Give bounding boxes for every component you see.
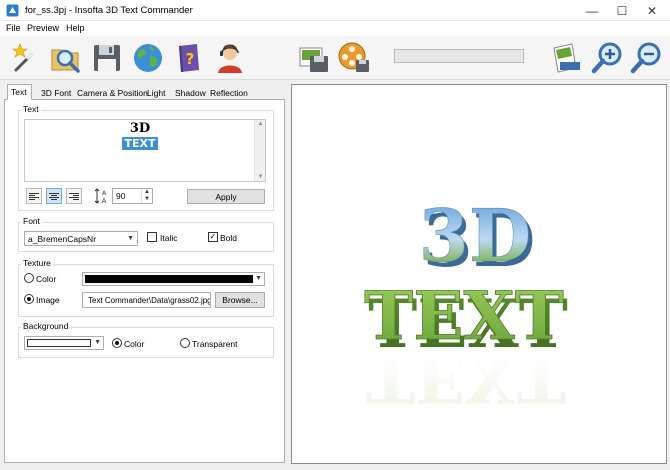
font-group-label: Font [21, 216, 43, 226]
text-area-scrollbar[interactable]: ▲ ▼ [254, 120, 265, 181]
align-left-button[interactable] [26, 188, 42, 204]
progress-bar [394, 49, 524, 63]
menu-preview[interactable]: Preview [27, 23, 59, 33]
open-folder-magnifier-icon[interactable] [48, 40, 84, 76]
font-select-value: a_BremenCapsNr [28, 234, 97, 244]
maximize-button[interactable]: ☐ [607, 0, 637, 21]
spinner-arrows[interactable]: ▲ ▼ [141, 189, 152, 203]
text-input-line-2: TEXT [122, 137, 158, 150]
minimize-icon: — [586, 3, 598, 18]
preview-render: 3D 3D TEXT TEXT TEXT [364, 193, 568, 417]
window-title: for_ss.3pj - Insofta 3D Text Commander [25, 5, 193, 16]
zoom-in-icon[interactable] [589, 40, 625, 76]
tab-text[interactable]: Text [7, 84, 32, 100]
svg-text:?: ? [186, 50, 195, 68]
apply-button[interactable]: Apply [187, 189, 265, 204]
italic-label: Italic [160, 233, 178, 243]
tab-light[interactable]: Light [143, 85, 169, 99]
bold-label: Bold [220, 233, 238, 243]
background-color-label: Color [124, 339, 145, 349]
tab-reflection[interactable]: Reflection [206, 85, 252, 99]
menu-bar [0, 21, 670, 36]
export-card-icon[interactable] [548, 40, 584, 76]
texture-group-label: Texture [21, 258, 53, 268]
spin-up-icon[interactable]: ▲ [144, 189, 150, 195]
background-color-select[interactable]: ▼ [24, 336, 104, 350]
browse-button[interactable]: Browse... [215, 292, 265, 308]
align-right-button[interactable] [66, 188, 82, 204]
background-group-label: Background [21, 321, 71, 331]
texture-image-radio[interactable] [24, 294, 34, 304]
maximize-icon: ☐ [616, 3, 628, 18]
preview-reflection: TEXT [366, 339, 566, 417]
save-image-icon[interactable] [296, 40, 332, 76]
background-transparent-radio[interactable] [180, 338, 190, 348]
preview-canvas[interactable]: 3D 3D TEXT TEXT TEXT [291, 84, 667, 464]
floppy-save-icon[interactable] [89, 40, 125, 76]
texture-color-label: Color [36, 274, 57, 284]
menu-file[interactable]: File [6, 23, 21, 33]
background-color-radio[interactable] [112, 338, 122, 348]
background-transparent-label: Transparent [192, 339, 238, 349]
texture-color-swatch [85, 275, 253, 283]
italic-checkbox[interactable] [147, 232, 157, 242]
menu-help[interactable]: Help [66, 23, 85, 33]
film-reel-icon[interactable] [336, 40, 372, 76]
text-input-line-1: 3D [129, 121, 151, 136]
bold-checkbox[interactable]: ✓ [208, 232, 218, 242]
texture-image-label: Image [36, 295, 60, 305]
font-select[interactable]: a_BremenCapsNr ▼ [24, 231, 138, 246]
close-button[interactable]: ✕ [637, 0, 667, 21]
texture-image-path-input[interactable]: Text Commander\Data\grass02.jpg [82, 292, 211, 308]
texture-color-radio[interactable] [24, 273, 34, 283]
help-book-icon[interactable]: ? [171, 40, 207, 76]
chevron-down-icon: ▼ [127, 235, 134, 242]
chevron-down-icon: ▼ [255, 275, 262, 282]
background-color-swatch [27, 339, 91, 347]
tab-shadow[interactable]: Shadow [171, 85, 210, 99]
text-input-area[interactable]: 3D TEXT [24, 119, 266, 182]
magic-wand-icon[interactable] [6, 40, 42, 76]
tab-camera-position[interactable]: Camera & Position [73, 85, 152, 99]
app-icon [6, 4, 19, 17]
texture-color-select[interactable]: ▼ [82, 272, 265, 286]
globe-icon[interactable] [130, 40, 166, 76]
close-icon: ✕ [646, 3, 658, 18]
text-group-label: Text [21, 104, 41, 114]
font-size-icon: A A [94, 187, 108, 205]
spin-down-icon[interactable]: ▼ [144, 196, 150, 202]
svg-text:A: A [102, 197, 107, 205]
chevron-down-icon: ▼ [94, 339, 101, 346]
preview-3d-text: 3D [419, 193, 532, 278]
minimize-button[interactable]: — [577, 0, 607, 21]
align-center-button[interactable] [46, 188, 62, 204]
support-agent-icon[interactable] [212, 40, 248, 76]
scroll-up-icon[interactable]: ▲ [255, 121, 266, 127]
tab-3d-font[interactable]: 3D Font [37, 85, 75, 99]
svg-text:A: A [102, 190, 107, 197]
zoom-out-icon[interactable] [628, 40, 664, 76]
scroll-down-icon[interactable]: ▼ [255, 174, 266, 180]
